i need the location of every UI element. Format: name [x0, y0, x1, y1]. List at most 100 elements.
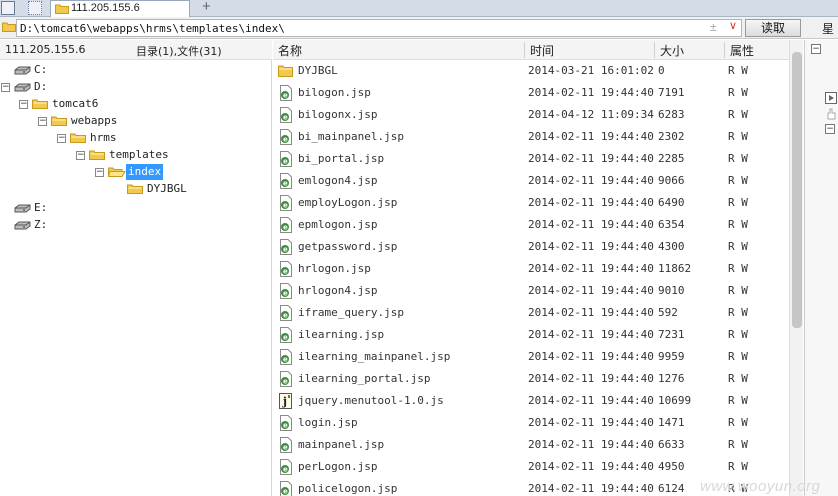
tree-node[interactable]: − index — [0, 164, 270, 180]
tab-remote-host[interactable]: 111.205.155.6 — [50, 0, 190, 17]
column-divider[interactable] — [524, 42, 525, 58]
side-tab-label[interactable]: 星 — [822, 20, 834, 37]
svg-text:e: e — [283, 422, 288, 430]
collapse-icon[interactable]: − — [811, 44, 821, 54]
file-size: 7231 — [658, 328, 685, 341]
tree-node-label: templates — [109, 148, 169, 161]
tree-node[interactable]: − tomcat6 — [0, 96, 270, 112]
file-row[interactable]: e epmlogon.jsp 2014-02-11 19:44:40 6354 R W — [273, 214, 789, 236]
svg-text:e: e — [283, 92, 288, 100]
tree-node[interactable]: DYJBGL — [0, 181, 270, 197]
file-time: 2014-02-11 19:44:40 — [528, 438, 654, 451]
collapse-toggle-icon[interactable]: − — [1, 83, 10, 92]
hand-icon[interactable] — [825, 108, 837, 120]
column-header-name[interactable]: 名称 — [278, 42, 302, 59]
tree-node[interactable]: − webapps — [0, 113, 270, 129]
file-row[interactable]: DYJBGL 2014-03-21 16:01:02 0 R W — [273, 60, 789, 82]
file-row[interactable]: e hrlogon.jsp 2014-02-11 19:44:40 11862 R W — [273, 258, 789, 280]
file-time: 2014-02-11 19:44:40 — [528, 86, 654, 99]
file-size: 6124 — [658, 482, 685, 495]
file-attr: R W — [728, 350, 748, 363]
file-size: 11862 — [658, 262, 692, 275]
svg-text:e: e — [283, 444, 288, 452]
tree-node[interactable]: Z: — [0, 217, 270, 233]
svg-text:e: e — [283, 136, 288, 144]
svg-text:e: e — [283, 378, 288, 386]
blank-tab-icon[interactable] — [28, 1, 42, 15]
path-input[interactable]: D:\tomcat6\webapps\hrms\templates\index\ — [16, 19, 742, 37]
tree-node-label: C: — [34, 63, 48, 76]
file-row[interactable]: e getpassword.jsp 2014-02-11 19:44:40 4300 R… — [273, 236, 789, 258]
tree-node[interactable]: − D: — [0, 79, 270, 95]
collapse-icon[interactable]: − — [825, 124, 835, 134]
tree-node[interactable]: E: — [0, 200, 270, 216]
file-size: 592 — [658, 306, 678, 319]
add-tab-button[interactable]: + — [202, 0, 211, 15]
column-header-size[interactable]: 大小 — [660, 42, 684, 59]
collapse-toggle-icon[interactable]: − — [19, 100, 28, 109]
file-row[interactable]: e hrlogon4.jsp 2014-02-11 19:44:40 9010 R W — [273, 280, 789, 302]
file-row[interactable]: e ilearning_mainpanel.jsp 2014-02-11 19:44… — [273, 346, 789, 368]
svg-text:e: e — [283, 158, 288, 166]
file-size: 1276 — [658, 372, 685, 385]
chevron-down-icon[interactable]: ∨ — [729, 19, 737, 32]
file-name: ilearning_mainpanel.jsp — [298, 350, 451, 363]
file-attr: R W — [728, 328, 748, 341]
file-row[interactable]: e login.jsp 2014-02-11 19:44:40 1471 R W — [273, 412, 789, 434]
file-name: policelogon.jsp — [298, 482, 398, 495]
read-button[interactable]: 读取 — [745, 19, 801, 37]
file-row[interactable]: e emlogon4.jsp 2014-02-11 19:44:40 9066 R W — [273, 170, 789, 192]
media-icon[interactable] — [825, 92, 837, 104]
file-name: bilogonx.jsp — [298, 108, 378, 121]
file-row[interactable]: e employLogon.jsp 2014-02-11 19:44:40 6490 R… — [273, 192, 789, 214]
column-header-attr[interactable]: 属性 — [730, 42, 754, 59]
collapse-toggle-icon[interactable]: − — [95, 168, 104, 177]
column-divider[interactable] — [654, 42, 655, 58]
collapse-toggle-icon[interactable]: − — [57, 134, 66, 143]
collapse-toggle-icon[interactable]: − — [38, 117, 47, 126]
file-time: 2014-03-21 16:01:02 — [528, 64, 654, 77]
file-row[interactable]: e ilearning_portal.jsp 2014-02-11 19:44:40… — [273, 368, 789, 390]
file-name: getpassword.jsp — [298, 240, 398, 253]
file-row[interactable]: e iframe_query.jsp 2014-02-11 19:44:40 592 R… — [273, 302, 789, 324]
tab-label: 111.205.155.6 — [71, 2, 140, 14]
file-name: bi_mainpanel.jsp — [298, 130, 404, 143]
jsp-file-icon: e — [280, 437, 292, 453]
jsp-file-icon: e — [280, 217, 292, 233]
file-name: mainpanel.jsp — [298, 438, 385, 451]
file-name: hrlogon4.jsp — [298, 284, 378, 297]
file-row[interactable]: e bilogonx.jsp 2014-04-12 11:09:34 6283 R W — [273, 104, 789, 126]
file-name: bilogon.jsp — [298, 86, 371, 99]
file-size: 10699 — [658, 394, 692, 407]
file-size: 4950 — [658, 460, 685, 473]
file-attr: R W — [728, 64, 748, 77]
tree-node[interactable]: − hrms — [0, 130, 270, 146]
file-row[interactable]: e ilearning.jsp 2014-02-11 19:44:40 7231 R W — [273, 324, 789, 346]
plus-minus-icon[interactable]: ± — [710, 20, 717, 34]
file-row[interactable]: e bilogon.jsp 2014-02-11 19:44:40 7191 R W — [273, 82, 789, 104]
file-row[interactable]: e bi_mainpanel.jsp 2014-02-11 19:44:40 2302… — [273, 126, 789, 148]
vertical-scrollbar[interactable] — [789, 40, 803, 496]
tree-node[interactable]: − templates — [0, 147, 270, 163]
tree-node[interactable]: C: — [0, 62, 270, 78]
directory-tree: C: − D: − tomcat6− webapps − hrms − templates − ind… — [0, 60, 272, 496]
svg-text:j: j — [282, 395, 287, 408]
file-attr: R W — [728, 240, 748, 253]
collapse-toggle-icon[interactable]: − — [76, 151, 85, 160]
file-time: 2014-02-11 19:44:40 — [528, 328, 654, 341]
window-icon[interactable] — [1, 1, 15, 15]
tree-node-label: DYJBGL — [147, 182, 187, 195]
tree-node-label: webapps — [71, 114, 118, 127]
file-row[interactable]: e perLogon.jsp 2014-02-11 19:44:40 4950 R W — [273, 456, 789, 478]
column-header-time[interactable]: 时间 — [530, 42, 554, 59]
file-row[interactable]: e mainpanel.jsp 2014-02-11 19:44:40 6633 R W — [273, 434, 789, 456]
file-row[interactable]: j jquery.menutool-1.0.js 2014-02-11 19:44:… — [273, 390, 789, 412]
jsp-file-icon: e — [280, 85, 292, 101]
folder-icon — [70, 133, 86, 143]
column-divider[interactable] — [724, 42, 725, 58]
tree-node-label: Z: — [34, 218, 48, 231]
file-time: 2014-02-11 19:44:40 — [528, 130, 654, 143]
file-row[interactable]: e bi_portal.jsp 2014-02-11 19:44:40 2285 R W — [273, 148, 789, 170]
file-time: 2014-02-11 19:44:40 — [528, 218, 654, 231]
scrollbar-thumb[interactable] — [792, 52, 802, 328]
